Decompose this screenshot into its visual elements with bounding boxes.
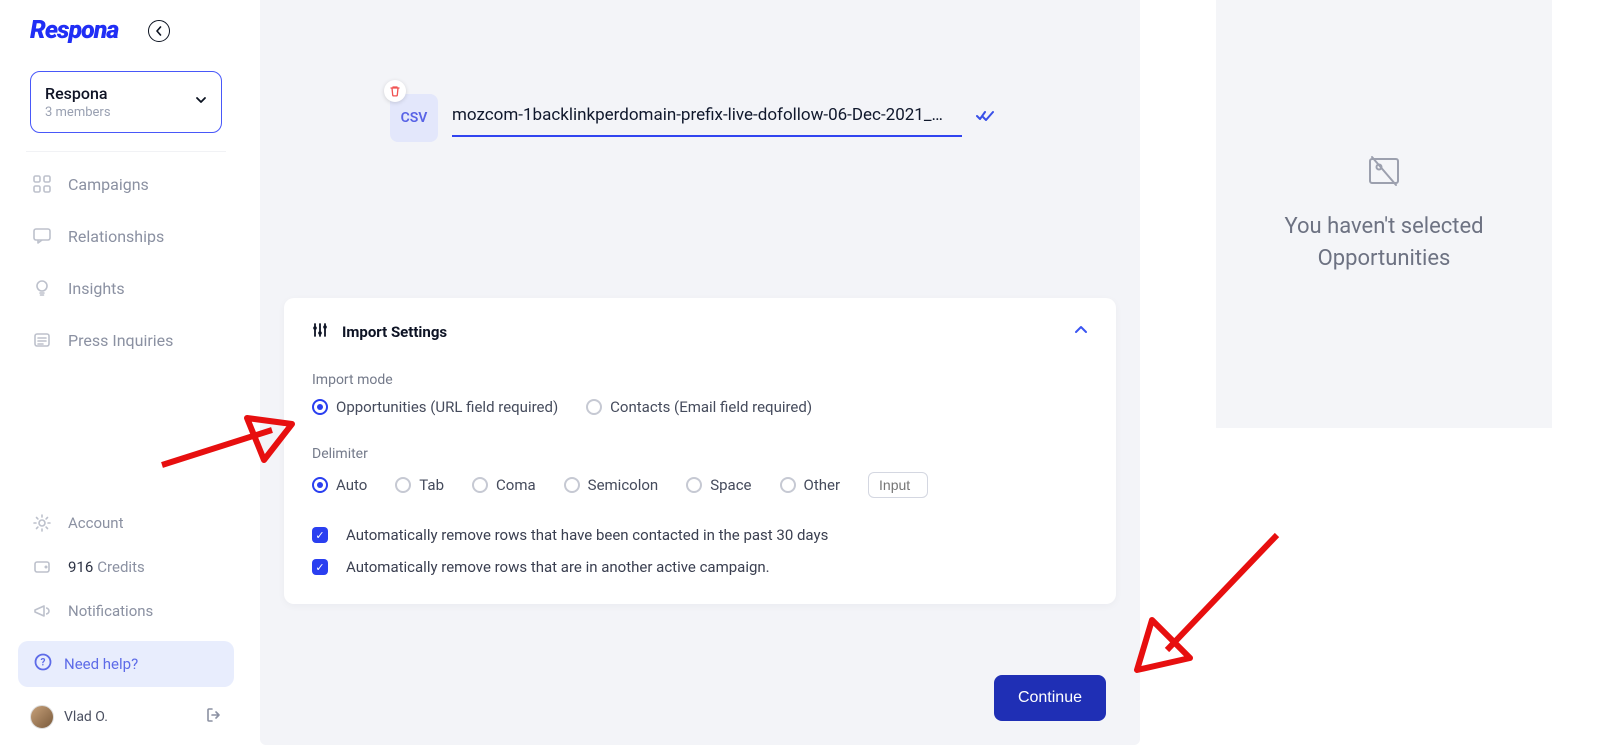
help-button[interactable]: ? Need help? [18,641,234,687]
workspace-members: 3 members [45,105,111,120]
radio-label: Tab [419,476,444,494]
import-mode-label: Import mode [312,372,1088,388]
radio-label: Other [804,476,841,494]
nav-item-relationships[interactable]: Relationships [18,214,234,258]
nav-label: Press Inquiries [68,331,173,350]
nav-item-notifications[interactable]: Notifications [18,591,234,631]
credits-icon [32,557,52,577]
checkbox-checked-icon: ✓ [312,527,328,543]
radio-dot-icon [312,477,328,493]
radio-label: Space [710,476,751,494]
brand-logo: Respona [30,16,118,45]
main-panel: CSV mozcom-1backlinkperdomain-prefix-liv… [260,0,1140,745]
radio-label: Opportunities (URL field required) [336,398,558,416]
nav-label: Account [68,514,124,532]
chevron-left-icon [154,26,164,36]
empty-opportunities-text: You haven't selected Opportunities [1216,211,1552,275]
svg-text:?: ? [41,658,46,669]
help-icon: ? [34,653,52,675]
bulb-icon [32,278,52,298]
sidebar: Respona Respona 3 members Campaigns [0,0,252,745]
nav-label: Campaigns [68,175,149,194]
nav-label: Relationships [68,227,164,246]
delimiter-label: Delimiter [312,446,1088,462]
checkbox-remove-contacted[interactable]: ✓ Automatically remove rows that have be… [312,526,1088,544]
delimiter-other-input[interactable] [868,472,928,498]
nav-item-campaigns[interactable]: Campaigns [18,162,234,206]
chevron-down-icon [195,94,207,110]
press-icon [32,330,52,350]
radio-delimiter-tab[interactable]: Tab [395,476,444,494]
radio-label: Coma [496,476,536,494]
nav-item-press-inquiries[interactable]: Press Inquiries [18,318,234,362]
filename-input[interactable]: mozcom-1backlinkperdomain-prefix-live-do… [452,99,962,137]
radio-delimiter-other[interactable]: Other [780,476,841,494]
import-settings-card: Import Settings Import mode Opportunitie… [284,298,1116,604]
radio-delimiter-auto[interactable]: Auto [312,476,367,494]
radio-delimiter-space[interactable]: Space [686,476,751,494]
radio-dot-icon [686,477,702,493]
nav-item-insights[interactable]: Insights [18,266,234,310]
grid-icon [32,174,52,194]
primary-nav: Campaigns Relationships Insights Press I… [0,162,252,362]
file-type-label: CSV [401,110,428,126]
delete-file-button[interactable] [384,80,406,102]
import-mode-group: Opportunities (URL field required) Conta… [312,398,1088,416]
megaphone-icon [32,601,52,621]
no-image-icon [1366,153,1402,193]
chat-icon [32,226,52,246]
checkbox-checked-icon: ✓ [312,559,328,575]
collapse-sidebar-button[interactable] [148,20,170,42]
file-block: CSV mozcom-1backlinkperdomain-prefix-liv… [390,94,994,142]
nav-label: Notifications [68,602,153,620]
chevron-up-icon [1074,323,1088,337]
radio-dot-icon [472,477,488,493]
user-name: Vlad O. [64,709,108,725]
radio-opportunities[interactable]: Opportunities (URL field required) [312,398,558,416]
workspace-selector[interactable]: Respona 3 members [30,71,222,133]
checkbox-label: Automatically remove rows that have been… [346,526,828,544]
checkbox-label: Automatically remove rows that are in an… [346,558,770,576]
user-row: Vlad O. [0,697,252,729]
nav-item-account[interactable]: Account [18,503,234,543]
nav-label: Insights [68,279,125,298]
gear-icon [32,513,52,533]
radio-contacts[interactable]: Contacts (Email field required) [586,398,812,416]
checkbox-remove-active-campaign[interactable]: ✓ Automatically remove rows that are in … [312,558,1088,576]
avatar[interactable] [30,705,54,729]
workspace-name: Respona [45,84,111,103]
delimiter-group: Auto Tab Coma Semicolon [312,472,1088,498]
upload-complete-icon [976,109,994,127]
collapse-settings-button[interactable] [1074,323,1088,341]
divider [26,151,226,152]
credits-count: 916 [68,558,93,576]
logout-icon[interactable] [206,707,222,727]
radio-dot-icon [395,477,411,493]
radio-delimiter-coma[interactable]: Coma [472,476,536,494]
radio-label: Semicolon [588,476,659,494]
sliders-icon [312,322,328,342]
radio-dot-icon [780,477,796,493]
radio-dot-icon [312,399,328,415]
settings-title: Import Settings [342,323,447,341]
nav-item-credits[interactable]: 916Credits [18,547,234,587]
secondary-nav: Account 916Credits Notifications ? [0,503,252,697]
radio-dot-icon [564,477,580,493]
radio-delimiter-semicolon[interactable]: Semicolon [564,476,659,494]
radio-label: Auto [336,476,367,494]
csv-badge: CSV [390,94,438,142]
trash-icon [389,85,401,97]
continue-button[interactable]: Continue [994,675,1106,721]
opportunities-empty-panel: You haven't selected Opportunities [1216,0,1552,428]
radio-dot-icon [586,399,602,415]
credits-label: Credits [97,558,144,576]
help-label: Need help? [64,655,138,673]
radio-label: Contacts (Email field required) [610,398,812,416]
